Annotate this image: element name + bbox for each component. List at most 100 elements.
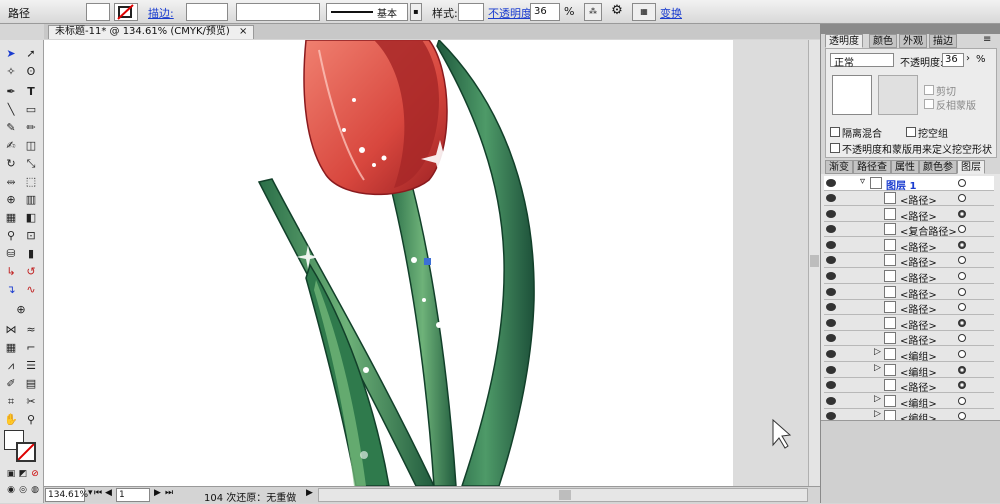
- curve-tool-icon[interactable]: ↴: [2, 282, 20, 298]
- tab-color-guide[interactable]: 颜色参: [919, 160, 957, 174]
- graphic-style-dropdown[interactable]: [458, 3, 484, 21]
- transform-link[interactable]: 变换: [660, 5, 682, 21]
- rotate-tool-icon[interactable]: ↻: [2, 156, 20, 172]
- target-circle-icon[interactable]: [958, 225, 966, 234]
- target-circle-icon[interactable]: [958, 381, 966, 390]
- expand-arrow-icon[interactable]: ▷: [874, 347, 881, 357]
- target-circle-icon[interactable]: [958, 303, 966, 312]
- horizontal-scroll-thumb[interactable]: [559, 490, 571, 500]
- artboard-canvas[interactable]: [44, 40, 733, 486]
- mesh-tool-icon[interactable]: ▦: [2, 210, 20, 226]
- zoom-dropdown-icon[interactable]: ▾: [88, 488, 93, 498]
- first-artboard-icon[interactable]: ⏮: [94, 488, 102, 498]
- stroke-swatch[interactable]: [114, 3, 138, 21]
- align-options-icon[interactable]: ▦: [632, 3, 656, 21]
- sublayer-row[interactable]: <路径>: [824, 378, 994, 394]
- target-circle-icon[interactable]: [958, 365, 966, 374]
- artboard-number-field[interactable]: 1: [116, 488, 150, 502]
- sublayer-row[interactable]: <路径>: [824, 191, 994, 207]
- target-tool-icon[interactable]: ⊕: [12, 302, 30, 318]
- zigzag-tool-icon[interactable]: ⩘: [2, 358, 20, 374]
- layer-row[interactable]: ▿ 图层 1: [824, 176, 994, 192]
- fill-swatch[interactable]: [86, 3, 110, 21]
- sublayer-row[interactable]: ▷ <编组>: [824, 347, 994, 363]
- object-thumbnail[interactable]: [832, 75, 872, 115]
- shape-builder-tool-icon[interactable]: ⊕: [2, 192, 20, 208]
- selected-anchor-point[interactable]: [424, 258, 431, 265]
- target-circle-icon[interactable]: [958, 396, 966, 405]
- draw-inside-icon[interactable]: ◍: [26, 482, 44, 498]
- crop-tool-icon[interactable]: ⌗: [2, 394, 20, 410]
- free-transform-tool-icon[interactable]: ⬚: [22, 174, 40, 190]
- layer-target-icon[interactable]: [958, 179, 966, 187]
- eraser-tool-icon[interactable]: ◫: [22, 138, 40, 154]
- sublayer-row[interactable]: <路径>: [824, 269, 994, 285]
- visibility-eye-icon[interactable]: [826, 381, 836, 390]
- vertical-scrollbar[interactable]: [808, 40, 820, 486]
- target-circle-icon[interactable]: [958, 209, 966, 218]
- column-graph-tool-icon[interactable]: ▮: [22, 246, 40, 262]
- direct-selection-tool-icon[interactable]: ➚: [22, 46, 40, 62]
- line-tool-icon[interactable]: ╲: [2, 102, 20, 118]
- twirl-tool-icon[interactable]: ≈: [22, 322, 40, 338]
- last-artboard-icon[interactable]: ⏭: [165, 488, 173, 498]
- measure-tool-icon[interactable]: ✐: [2, 376, 20, 392]
- artboard-grid-icon[interactable]: ▦: [2, 340, 20, 356]
- clip-checkbox[interactable]: [924, 85, 934, 95]
- vertical-scroll-thumb[interactable]: [810, 255, 819, 267]
- width-tool-icon[interactable]: ⥈: [2, 174, 20, 190]
- tab-layers[interactable]: 图层: [957, 160, 985, 174]
- hand-tool-icon[interactable]: ✋: [2, 412, 20, 428]
- slice-tool-icon[interactable]: ⌐: [22, 340, 40, 356]
- target-circle-icon[interactable]: [958, 318, 966, 327]
- tab-appearance[interactable]: 外观: [899, 34, 927, 48]
- gear-icon[interactable]: ⚙: [608, 3, 626, 21]
- symbol-sprayer-tool-icon[interactable]: ⛁: [2, 246, 20, 262]
- expand-arrow-icon[interactable]: ▷: [874, 409, 881, 419]
- visibility-eye-icon[interactable]: [826, 396, 836, 405]
- visibility-eye-icon[interactable]: [826, 318, 836, 327]
- align-tool-icon[interactable]: ☰: [22, 358, 40, 374]
- warp-tool-icon[interactable]: ⋈: [2, 322, 20, 338]
- sublayer-row[interactable]: ▷ <编组>: [824, 409, 994, 420]
- stroke-link[interactable]: 描边:: [148, 5, 174, 21]
- eyedropper-tool-icon[interactable]: ⚲: [2, 228, 20, 244]
- knife-tool-icon[interactable]: ✂: [22, 394, 40, 410]
- target-circle-icon[interactable]: [958, 240, 966, 249]
- tab-stroke[interactable]: 描边: [929, 34, 957, 48]
- mask-thumbnail[interactable]: [878, 75, 918, 115]
- opacity-arrow-icon[interactable]: ›: [966, 53, 970, 64]
- sublayer-row[interactable]: <路径>: [824, 206, 994, 223]
- right-leaf[interactable]: [436, 40, 535, 486]
- target-circle-icon[interactable]: [958, 350, 966, 358]
- target-circle-icon[interactable]: [958, 412, 966, 420]
- stroke-weight-field[interactable]: [186, 3, 228, 21]
- next-artboard-icon[interactable]: ▶: [154, 488, 161, 498]
- visibility-eye-icon[interactable]: [826, 179, 836, 187]
- stroke-color-swatch[interactable]: [16, 442, 36, 462]
- rectangle-tool-icon[interactable]: ▭: [22, 102, 40, 118]
- target-circle-icon[interactable]: [958, 256, 966, 265]
- visibility-eye-icon[interactable]: [826, 350, 836, 358]
- perspective-grid-tool-icon[interactable]: ▥: [22, 192, 40, 208]
- visibility-eye-icon[interactable]: [826, 272, 836, 280]
- pencil-tool-icon[interactable]: ✏: [22, 120, 40, 136]
- expand-arrow-icon[interactable]: ▿: [860, 176, 865, 187]
- visibility-eye-icon[interactable]: [826, 209, 836, 218]
- brush-options-icon[interactable]: ▪: [410, 3, 422, 21]
- magic-wand-tool-icon[interactable]: ✧: [2, 64, 20, 80]
- tab-pathfinder[interactable]: 路径查: [853, 160, 891, 174]
- target-circle-icon[interactable]: [958, 272, 966, 280]
- sublayer-row[interactable]: ▷ <编组>: [824, 362, 994, 379]
- smooth-tool-icon[interactable]: ∿: [22, 282, 40, 298]
- expand-arrow-icon[interactable]: ▷: [874, 394, 881, 404]
- document-tab[interactable]: 未标题-11* @ 134.61% (CMYK/预览) ×: [48, 25, 255, 39]
- panel-opacity-field[interactable]: 36: [942, 53, 964, 67]
- status-menu-icon[interactable]: ▶: [306, 488, 313, 498]
- gradient-tool-icon[interactable]: ◧: [22, 210, 40, 226]
- close-tab-icon[interactable]: ×: [239, 26, 247, 37]
- tab-color[interactable]: 颜色: [869, 34, 897, 48]
- visibility-eye-icon[interactable]: [826, 240, 836, 249]
- paintbrush-tool-icon[interactable]: ✎: [2, 120, 20, 136]
- zoom-field[interactable]: 134.61%: [45, 488, 88, 502]
